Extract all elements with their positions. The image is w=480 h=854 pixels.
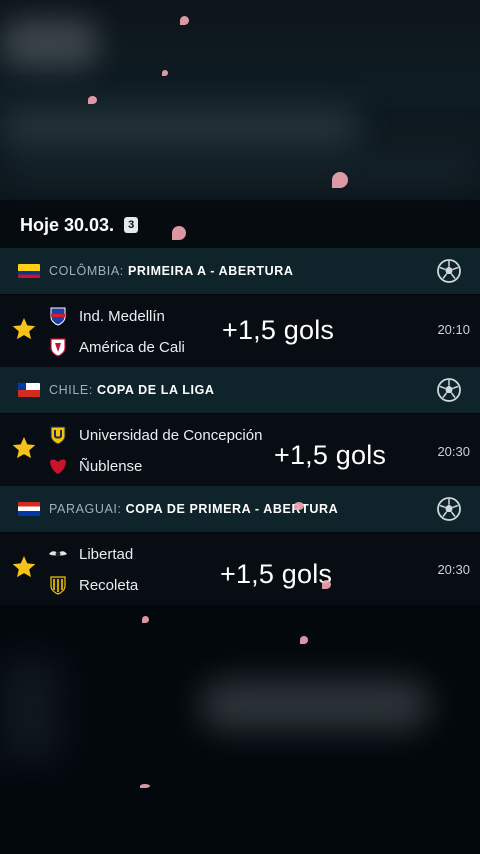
petal-decoration <box>180 16 189 25</box>
petal-decoration <box>88 96 97 104</box>
blurred-shape <box>0 660 60 760</box>
team-crest-icon <box>50 426 66 445</box>
league-competition: COPA DE LA LIGA <box>96 383 215 397</box>
petal-decoration <box>300 636 308 644</box>
petal-decoration <box>294 502 304 510</box>
league-header-paraguay[interactable]: PARAGUAI: COPA DE PRIMERA - ABERTURA <box>0 486 480 532</box>
away-team-name: Ñublense <box>79 457 143 475</box>
league-header-chile[interactable]: CHILE: COPA DE LA LIGA <box>0 367 480 413</box>
petal-decoration <box>162 70 168 76</box>
match-row[interactable]: Libertad Recoleta +1,5 gols 20:30 <box>0 533 480 605</box>
league-title: CHILE: COPA DE LA LIGA <box>49 383 215 397</box>
star-icon[interactable] <box>11 435 37 461</box>
league-country: CHILE: <box>49 383 93 397</box>
match-row[interactable]: Universidad de Concepción Ñublense +1,5 … <box>0 414 480 486</box>
star-icon[interactable] <box>11 554 37 580</box>
match-count-badge: 3 <box>124 217 139 233</box>
match-time: 20:30 <box>437 444 470 459</box>
team-crest-icon <box>49 551 67 557</box>
team-crest-icon <box>50 338 66 357</box>
chile-flag-icon <box>18 383 40 397</box>
away-team: América de Cali <box>48 336 185 358</box>
petal-decoration <box>140 784 150 788</box>
day-header: Hoje 30.03. 3 <box>0 202 480 248</box>
match-row[interactable]: Ind. Medellín América de Cali +1,5 gols … <box>0 295 480 367</box>
home-team-name: Ind. Medellín <box>79 307 165 325</box>
team-crest-icon <box>50 576 66 595</box>
soccer-ball-icon[interactable] <box>436 258 462 284</box>
league-header-colombia[interactable]: COLÔMBIA: PRIMEIRA A - ABERTURA <box>0 248 480 294</box>
away-team-name: América de Cali <box>79 338 185 356</box>
petal-decoration <box>172 226 186 240</box>
bet-overlay-text: +1,5 gols <box>220 559 333 589</box>
soccer-ball-icon[interactable] <box>436 377 462 403</box>
blurred-top-area <box>0 0 480 200</box>
home-team-name: Universidad de Concepción <box>79 426 263 444</box>
colombia-flag-icon <box>18 264 40 278</box>
home-team: Universidad de Concepción <box>48 424 262 446</box>
star-icon[interactable] <box>11 316 37 342</box>
league-competition: PRIMEIRA A - ABERTURA <box>127 264 294 278</box>
league-title: COLÔMBIA: PRIMEIRA A - ABERTURA <box>49 264 294 278</box>
match-time: 20:10 <box>437 322 470 337</box>
bet-overlay-text: +1,5 gols <box>274 440 387 470</box>
away-team: Recoleta <box>48 574 138 596</box>
day-title: Hoje 30.03. <box>20 214 115 235</box>
league-country: PARAGUAI: <box>49 502 122 516</box>
bet-overlay-text: +1,5 gols <box>222 315 335 345</box>
league-competition: COPA DE PRIMERA - ABERTURA <box>125 502 339 516</box>
away-team: Ñublense <box>48 455 142 477</box>
away-team-name: Recoleta <box>79 576 139 594</box>
team-crest-icon <box>50 459 66 474</box>
home-team: Ind. Medellín <box>48 305 165 327</box>
team-crest-icon <box>50 307 66 326</box>
blurred-shape <box>0 150 480 190</box>
petal-decoration <box>142 616 149 623</box>
match-time: 20:30 <box>437 562 470 577</box>
petal-decoration <box>332 172 348 188</box>
petal-decoration <box>322 580 331 589</box>
blurred-shape <box>0 110 360 146</box>
blurred-shape <box>200 680 430 730</box>
home-team: Libertad <box>48 543 133 565</box>
home-team-name: Libertad <box>79 545 134 563</box>
paraguay-flag-icon <box>18 502 40 516</box>
league-country: COLÔMBIA: <box>49 264 124 278</box>
soccer-ball-icon[interactable] <box>436 496 462 522</box>
blurred-shape <box>0 18 100 68</box>
